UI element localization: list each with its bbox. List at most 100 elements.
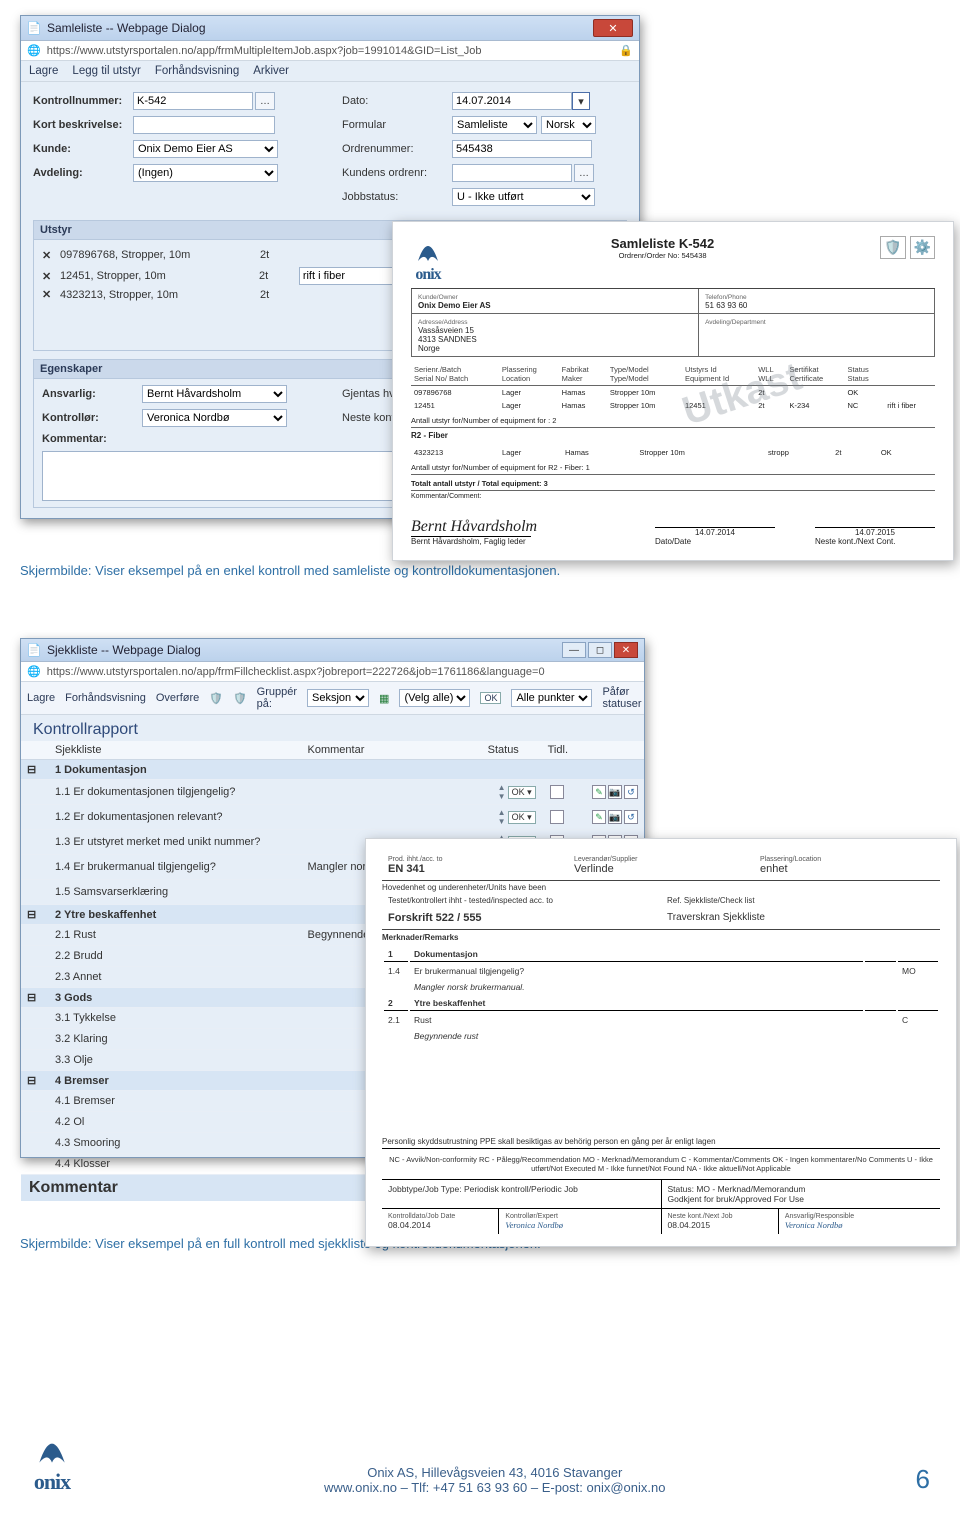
ansvarlig-select[interactable]: Bernt Håvardsholm (142, 385, 287, 403)
velg-select[interactable]: (Velg alle) (399, 689, 470, 707)
kunde-select[interactable]: Onix Demo Eier AS (133, 140, 278, 158)
delete-icon[interactable]: ✕ (42, 249, 54, 262)
report-address: Vassåsveien 15 4313 SANDNES Norge (418, 326, 477, 353)
app-icon: 📄 (27, 643, 41, 657)
minimize-button[interactable]: — (562, 642, 586, 658)
grupper-label: Gruppér på: (257, 686, 297, 710)
page-footer: onix Onix AS, Hillevågsveien 43, 4016 St… (0, 1431, 960, 1525)
kontrollnummer-label: Kontrollnummer: (33, 95, 133, 107)
jobbstatus-select[interactable]: U - Ikke utført (452, 188, 595, 206)
report-date: 14.07.2014 (655, 527, 775, 537)
report-phone: 51 63 93 60 (705, 301, 747, 310)
checklist-row[interactable]: 1.1 Er dokumentasjonen tilgjengelig?▲▼OK… (21, 780, 644, 805)
toolbar-lagre[interactable]: Lagre (27, 692, 55, 704)
dialog-toolbar: Lagre Legg til utstyr Forhåndsvisning Ar… (21, 61, 639, 82)
alle-select[interactable]: Alle punkter (511, 689, 592, 707)
ordrenum-input[interactable] (452, 140, 592, 158)
delete-icon[interactable]: ✕ (42, 288, 54, 301)
report-total: Totalt antall utstyr / Total equipment: … (411, 477, 935, 491)
close-button[interactable]: ✕ (593, 19, 633, 37)
r2-remarks-table: 1Dokumentasjon 1.4Er brukermanual tilgje… (382, 945, 940, 1045)
report-title: Samleliste K-542 (463, 236, 862, 251)
toolbar-lagre[interactable]: Lagre (29, 65, 58, 77)
r2-legend: NC - Avvik/Non-conformity RC - Pålegg/Re… (382, 1149, 940, 1179)
footer-address: Onix AS, Hillevågsveien 43, 4016 Stavang… (94, 1465, 896, 1480)
kontrollor-label: Kontrollør: (42, 412, 142, 424)
edit-icon[interactable]: ✎ (592, 785, 606, 799)
ansvarlig-label: Ansvarlig: (42, 388, 142, 400)
section-row[interactable]: ⊟1 Dokumentasjon (21, 760, 644, 780)
kontrollnummer-lookup[interactable]: … (255, 92, 275, 110)
toolbar-forhands[interactable]: Forhåndsvisning (65, 692, 146, 704)
r2-ppe-note: Personlig skyddsutrustning PPE skall bes… (382, 1135, 940, 1149)
checklist-toolbar: Lagre Forhåndsvisning Overføre 🛡️ 🛡️ Gru… (21, 682, 644, 715)
undo-icon[interactable]: ↺ (624, 785, 638, 799)
cert-logos: 🛡️ ⚙️ (880, 236, 935, 259)
onix-logo: onix (411, 236, 445, 284)
kontrollrapport-heading: Kontrollrapport (21, 715, 644, 741)
report-subtotal-1: Antall utstyr for/Number of equipment fo… (411, 414, 935, 428)
kundeordre-lookup[interactable]: … (574, 164, 594, 182)
report-sub: Ordrenr/Order No: 545438 (463, 251, 862, 260)
url-text: https://www.utstyrsportalen.no/app/frmFi… (47, 666, 638, 678)
maximize-button[interactable]: ◻ (588, 642, 612, 658)
excel-icon[interactable]: ▦ (379, 692, 389, 705)
r2-job-date: 08.04.2014 (388, 1220, 431, 1230)
shield-icon-green[interactable]: 🛡️ (209, 692, 223, 705)
r2-status: MO - Merknad/Memorandum (696, 1184, 805, 1194)
report-owner: Onix Demo Eier AS (418, 301, 491, 310)
r2-location: enhet (760, 863, 788, 875)
ok-pill[interactable]: OK (480, 692, 501, 704)
kundeordre-input[interactable] (452, 164, 572, 182)
checklist-row[interactable]: 1.2 Er dokumentasjonen relevant?▲▼OK ▾✎📷… (21, 805, 644, 830)
checklist-report: Prod. ihht./acc. toEN 341 Leverandør/Sup… (365, 838, 957, 1247)
dato-input[interactable] (452, 92, 572, 110)
kontrollnummer-input[interactable] (133, 92, 253, 110)
tidl-checkbox[interactable] (550, 785, 564, 799)
tidl-checkbox[interactable] (550, 810, 564, 824)
edit-icon[interactable]: ✎ (592, 810, 606, 824)
report-group: R2 - Fiber (411, 431, 935, 440)
app-icon: 📄 (27, 21, 41, 35)
toolbar-forhands[interactable]: Forhåndsvisning (155, 65, 239, 77)
url-text: https://www.utstyrsportalen.no/app/frmMu… (47, 45, 614, 57)
dato-picker[interactable]: ▾ (572, 92, 590, 110)
formular-lang-select[interactable]: Norsk (541, 116, 596, 134)
dialog-title: Samleliste -- Webpage Dialog (47, 21, 593, 35)
close-button[interactable]: ✕ (614, 642, 638, 658)
globe-icon: 🌐 (27, 44, 41, 57)
gruppér-select[interactable]: Seksjon (307, 689, 369, 707)
shield-icon-red[interactable]: 🛡️ (233, 692, 247, 705)
report-subtotal-2: Antall utstyr for/Number of equipment fo… (411, 461, 935, 475)
delete-icon[interactable]: ✕ (42, 270, 54, 283)
dato-label: Dato: (342, 95, 452, 107)
kortbeskr-input[interactable] (133, 116, 275, 134)
kontrollor-select[interactable]: Veronica Nordbø (142, 409, 287, 427)
samleliste-report: Utkast onix Samleliste K-542 Ordrenr/Ord… (392, 221, 954, 561)
r2-line1: Hovedenhet og underenheter/Units have be… (382, 881, 940, 894)
r2-remarks-label: Merknader/Remarks (382, 930, 940, 945)
dialog-titlebar: 📄 Samleliste -- Webpage Dialog ✕ (21, 16, 639, 41)
r2-responsible-sig: Veronica Nordbø (785, 1220, 843, 1230)
r2-checklist-ref: Traverskran Sjekkliste (661, 910, 940, 926)
url-bar: 🌐 https://www.utstyrsportalen.no/app/frm… (21, 41, 639, 61)
signer-name: Bernt Håvardsholm, Faglig leder (411, 536, 531, 546)
camera-icon[interactable]: 📷 (608, 785, 622, 799)
toolbar-overfore[interactable]: Overføre (156, 692, 199, 704)
formular-label: Formular (342, 119, 452, 131)
r2-forskrift: Forskrift 522 / 555 (382, 910, 661, 926)
r2-prod: EN 341 (388, 863, 425, 875)
toolbar-legg-til[interactable]: Legg til utstyr (72, 65, 140, 77)
toolbar-arkiver[interactable]: Arkiver (253, 65, 289, 77)
lock-icon: 🔒 (619, 44, 633, 57)
undo-icon[interactable]: ↺ (624, 810, 638, 824)
camera-icon[interactable]: 📷 (608, 810, 622, 824)
toolbar-pafor[interactable]: Påfør statuser (602, 686, 641, 710)
report-comment-label: Kommentar/Comment: (411, 493, 935, 500)
r2-supplier: Verlinde (574, 863, 614, 875)
formular-select[interactable]: Samleliste (452, 116, 537, 134)
onix-logo-footer: onix (30, 1431, 74, 1495)
r2-jobtype: Periodisk kontroll/Periodic Job (464, 1184, 578, 1194)
dialog-title: Sjekkliste -- Webpage Dialog (47, 643, 562, 657)
avdeling-select[interactable]: (Ingen) (133, 164, 278, 182)
